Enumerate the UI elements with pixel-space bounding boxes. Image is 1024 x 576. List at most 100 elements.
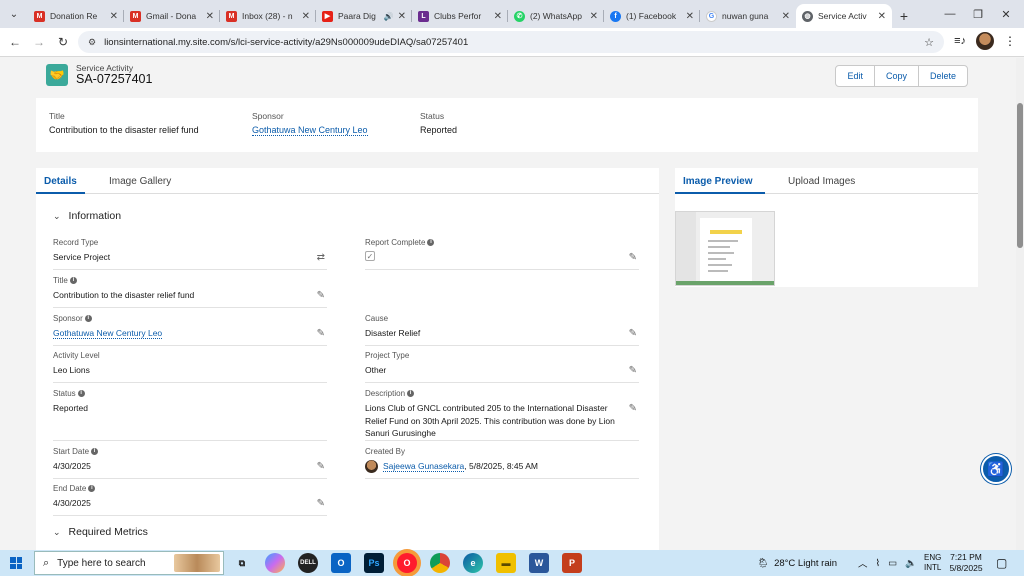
tab-details[interactable]: Details [44, 176, 77, 187]
scrollbar-thumb[interactable] [1017, 103, 1023, 248]
tab-title: (1) Facebook [626, 11, 677, 21]
close-icon[interactable]: ✕ [686, 11, 694, 22]
created-by-user-link[interactable]: Sajeewa Gunasekara [383, 461, 465, 472]
dell-icon[interactable]: DELL [298, 553, 318, 573]
field-label: Start Date i [53, 447, 327, 456]
field-label-text: Start Date [53, 447, 90, 456]
close-icon[interactable]: ✕ [590, 11, 598, 22]
highlight-value: Reported [420, 125, 458, 135]
accessibility-icon[interactable]: ♿ [981, 454, 1011, 484]
browser-tab[interactable]: M Donation Re ✕ [28, 4, 124, 28]
edit-button[interactable]: Edit [836, 66, 875, 86]
edit-pencil-icon[interactable]: ✎ [629, 328, 637, 339]
info-icon[interactable]: i [77, 390, 85, 397]
new-tab-button[interactable]: + [892, 4, 916, 28]
opera-icon[interactable]: O [397, 553, 417, 573]
tab-image-gallery[interactable]: Image Gallery [109, 176, 171, 187]
info-icon[interactable]: i [407, 390, 415, 397]
gmail-icon: M [34, 10, 45, 22]
info-icon[interactable]: i [91, 448, 99, 455]
field-sponsor: Sponsor i Gothatuwa New Century Leo ✎ [53, 314, 327, 346]
sponsor-link[interactable]: Gothatuwa New Century Leo [252, 125, 368, 136]
weather-widget[interactable]: 🌦 28°C Light rain [757, 550, 837, 576]
report-complete-checkbox[interactable]: ✓ [365, 251, 375, 261]
close-icon[interactable]: ✕ [206, 11, 214, 22]
info-icon[interactable]: i [88, 485, 96, 492]
file-explorer-icon[interactable]: ▬ [496, 553, 516, 573]
browser-tab[interactable]: ✆ (2) WhatsApp ✕ [508, 4, 604, 28]
site-info-icon[interactable]: ⚙ [88, 37, 96, 48]
close-icon[interactable]: ✕ [494, 11, 502, 22]
battery-icon[interactable]: ▭ [888, 558, 897, 569]
image-thumbnail[interactable] [675, 211, 775, 286]
speaker-icon[interactable]: 🔊 [384, 12, 394, 21]
section-required-metrics-header[interactable]: ⌄ Required Metrics [53, 526, 148, 538]
url-field[interactable]: ⚙ lionsinternational.my.site.com/s/lci-s… [78, 31, 944, 53]
edit-pencil-icon[interactable]: ✎ [317, 461, 325, 472]
tab-upload-images[interactable]: Upload Images [788, 176, 855, 187]
browser-tab[interactable]: Gnuwan guna ✕ [700, 4, 796, 28]
browser-tab[interactable]: M Gmail - Dona ✕ [124, 4, 220, 28]
field-created-by: Created By Sajeewa Gunasekara, 5/8/2025,… [365, 447, 639, 479]
edit-pencil-icon[interactable]: ✎ [629, 365, 637, 376]
language-indicator[interactable]: ENG INTL [924, 550, 941, 576]
tab-image-preview[interactable]: Image Preview [683, 176, 752, 187]
powerpoint-icon[interactable]: P [562, 553, 582, 573]
copy-button[interactable]: Copy [875, 66, 919, 86]
volume-icon[interactable]: 🔈 [905, 558, 917, 569]
notifications-icon[interactable]: ▢ [996, 550, 1007, 576]
field-label: Activity Level [53, 351, 100, 360]
close-icon[interactable]: ✕ [782, 11, 790, 22]
copilot-icon[interactable] [265, 553, 285, 573]
field-label: Status i [53, 389, 327, 398]
tab-search-chevron-icon[interactable]: ⌄ [0, 0, 28, 28]
chrome-icon[interactable] [430, 553, 450, 573]
taskbar-search[interactable]: ⌕ Type here to search [34, 551, 224, 575]
edit-pencil-icon[interactable]: ✎ [317, 328, 325, 339]
delete-button[interactable]: Delete [919, 66, 967, 86]
browser-tab[interactable]: f (1) Facebook ✕ [604, 4, 700, 28]
photoshop-icon[interactable]: Ps [364, 553, 384, 573]
section-information-header[interactable]: ⌄ Information [53, 210, 121, 222]
change-record-type-icon[interactable]: ⇄ [317, 252, 325, 263]
close-icon[interactable]: ✕ [302, 11, 310, 22]
info-icon[interactable]: i [84, 315, 92, 322]
media-control-icon[interactable]: ≡♪ [954, 35, 966, 47]
browser-tab[interactable]: L Clubs Perfor ✕ [412, 4, 508, 28]
forward-icon[interactable]: → [27, 30, 51, 54]
back-icon[interactable]: ← [3, 30, 27, 54]
outlook-icon[interactable]: O [331, 553, 351, 573]
browser-tab[interactable]: M Inbox (28) - n ✕ [220, 4, 316, 28]
sponsor-link[interactable]: Gothatuwa New Century Leo [53, 328, 163, 339]
thumbnail-line [708, 240, 738, 242]
browser-tab-active[interactable]: ◍ Service Activ ✕ [796, 4, 892, 28]
youtube-icon: ▶ [322, 10, 333, 22]
profile-avatar[interactable] [976, 32, 994, 50]
edge-icon[interactable]: e [463, 553, 483, 573]
clock[interactable]: 7:21 PM 5/8/2025 [948, 550, 984, 576]
close-window-icon[interactable]: ✕ [988, 0, 1024, 28]
close-icon[interactable]: ✕ [878, 11, 886, 22]
start-button[interactable] [0, 550, 32, 576]
edit-pencil-icon[interactable]: ✎ [629, 252, 637, 263]
info-icon[interactable]: i [427, 239, 435, 246]
field-label-text: Title [53, 276, 68, 285]
close-icon[interactable]: ✕ [398, 11, 406, 22]
edit-pencil-icon[interactable]: ✎ [317, 290, 325, 301]
network-icon[interactable]: ⌇ [876, 558, 881, 569]
info-icon[interactable]: i [69, 277, 77, 284]
field-label-text: Sponsor [53, 314, 83, 323]
reload-icon[interactable]: ↻ [51, 30, 75, 54]
chevron-up-icon[interactable]: ︿ [858, 556, 868, 570]
close-icon[interactable]: ✕ [110, 11, 118, 22]
browser-tab[interactable]: ▶ Paara Dig 🔊 ✕ [316, 4, 412, 28]
bookmark-star-icon[interactable]: ☆ [924, 36, 934, 49]
tab-title: Clubs Perfor [434, 11, 482, 21]
tab-title: Paara Dig [338, 11, 376, 21]
task-view-icon[interactable]: ⧉ [232, 553, 252, 573]
menu-icon[interactable]: ⋮ [1004, 34, 1016, 48]
edit-pencil-icon[interactable]: ✎ [317, 498, 325, 509]
word-icon[interactable]: W [529, 553, 549, 573]
edit-pencil-icon[interactable]: ✎ [629, 403, 637, 414]
page-scrollbar[interactable] [1016, 58, 1024, 550]
